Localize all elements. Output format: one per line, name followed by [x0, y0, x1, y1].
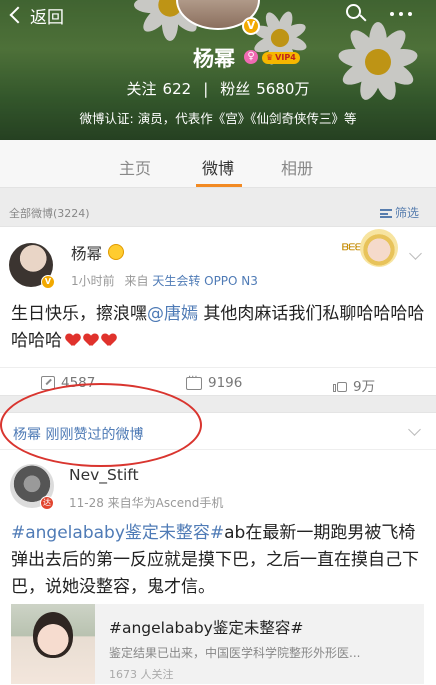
tab-home[interactable]: 主页: [119, 155, 151, 179]
thumbs-up-icon: [333, 378, 347, 392]
repost-icon: [41, 376, 55, 390]
post-source[interactable]: 天生会转 OPPO N3: [152, 274, 258, 288]
post-author[interactable]: Nev_Stift: [69, 466, 139, 484]
vip-badge[interactable]: ♛ VIP4: [262, 52, 300, 64]
vip-label: VIP4: [275, 53, 296, 62]
filter-icon: [380, 209, 392, 218]
verified-badge-icon: V: [242, 17, 260, 35]
profile-stats: 关注 622 | 粉丝 5680万: [0, 78, 436, 99]
heart-emoji-icon: [66, 334, 80, 347]
repost-button[interactable]: 4587: [41, 375, 95, 391]
back-label: 返回: [30, 7, 64, 28]
card-sticker: ᗷᗴᗴ: [336, 229, 400, 271]
post-text: 生日快乐，擦浪嘿@唐嫣 其他肉麻话我们私聊哈哈哈哈哈哈哈: [11, 301, 426, 355]
female-icon: ♀: [244, 50, 258, 64]
section-title: 杨幂 刚刚赞过的微博: [13, 427, 144, 443]
verified-badge-icon: V: [41, 275, 55, 289]
like-count: 9万: [353, 379, 376, 395]
active-tab-indicator: [196, 184, 242, 187]
filter-label: 筛选: [395, 206, 420, 220]
tab-album[interactable]: 相册: [281, 155, 313, 179]
post-author[interactable]: 杨幂: [71, 242, 102, 264]
topic-link-card[interactable]: #angelababy鉴定未整容# 鉴定结果已出来，中国医学科学院整形外形医..…: [11, 604, 424, 684]
profile-header: V 返回 杨幂 ♀ ♛ VIP4 关注 622 | 粉丝 5680万 微博认证: 演员，代…: [0, 0, 436, 140]
heart-emoji-icon: [84, 334, 98, 347]
chevron-left-icon: [9, 6, 27, 24]
post-meta: 11-28 来自华为Ascend手机: [69, 496, 224, 510]
stats-divider: |: [203, 80, 209, 98]
comment-button[interactable]: 9196: [186, 372, 243, 391]
filter-bar: 全部微博(3224) 筛选: [0, 200, 436, 224]
profile-tabs: 主页 微博 相册: [0, 140, 436, 188]
bee-label: ᗷᗴᗴ: [342, 243, 362, 253]
post-text-part: 生日快乐，擦浪嘿: [11, 304, 147, 324]
like-button[interactable]: 9万: [333, 375, 375, 395]
crown-emoji-icon: [108, 244, 124, 260]
filter-button[interactable]: 筛选: [380, 204, 419, 221]
post-card[interactable]: V 杨幂 1小时前 来自 天生会转 OPPO N3 ᗷᗴᗴ 生日快乐，擦浪嘿@唐…: [0, 226, 436, 396]
heart-emoji-icon: [102, 334, 116, 347]
profile-screen: V 返回 杨幂 ♀ ♛ VIP4 关注 622 | 粉丝 5680万 微博认证: 演员，代…: [0, 0, 436, 685]
back-button[interactable]: 返回: [6, 2, 64, 28]
verification-text: 微博认证: 演员，代表作《宫》《仙剑奇侠传三》等: [79, 111, 357, 126]
fans-count: 5680万: [256, 80, 310, 98]
post-count: 全部微博(3224): [9, 207, 90, 220]
comment-icon: [186, 372, 202, 390]
crown-icon: ♛: [266, 53, 274, 62]
topic-title: #angelababy鉴定未整容#: [109, 619, 304, 637]
follow-stat[interactable]: 关注 622: [127, 80, 192, 98]
sticker-avatar: [360, 229, 398, 267]
topic-description: 鉴定结果已出来，中国医学科学院整形外形医...: [109, 646, 361, 660]
topic-followers: 1673 人关注: [109, 668, 174, 681]
liked-posts-header[interactable]: 杨幂 刚刚赞过的微博: [0, 412, 436, 450]
follow-count: 622: [162, 80, 192, 98]
user-badge-icon: 达: [40, 496, 54, 510]
mention-link[interactable]: @唐嫣: [147, 304, 198, 324]
post-card[interactable]: 达 Nev_Stift 11-28 来自华为Ascend手机 #angelaba…: [0, 450, 436, 685]
post-time: 1小时前: [71, 274, 115, 288]
topic-thumbnail: [11, 604, 95, 684]
post-text: #angelababy鉴定未整容#ab在最新一期跑男被飞椅弹出去后的第一反应就是…: [11, 520, 426, 601]
tab-weibo[interactable]: 微博: [202, 155, 234, 179]
repost-count: 4587: [61, 375, 96, 391]
hashtag-link[interactable]: #angelababy鉴定未整容#: [11, 523, 224, 543]
comment-count: 9196: [208, 375, 243, 391]
source-prefix: 来自: [124, 274, 149, 288]
chevron-down-icon[interactable]: [408, 423, 421, 436]
chevron-down-icon[interactable]: [409, 247, 422, 260]
profile-name: 杨幂: [193, 47, 235, 71]
post-actions: 4587 9196 9万: [0, 367, 436, 397]
more-icon[interactable]: [390, 12, 412, 16]
follow-label: 关注: [126, 80, 157, 98]
search-icon[interactable]: [346, 4, 367, 24]
fans-stat[interactable]: 粉丝 5680万: [220, 80, 309, 98]
fans-label: 粉丝: [220, 80, 251, 98]
post-meta: 1小时前 来自 天生会转 OPPO N3: [71, 272, 258, 289]
